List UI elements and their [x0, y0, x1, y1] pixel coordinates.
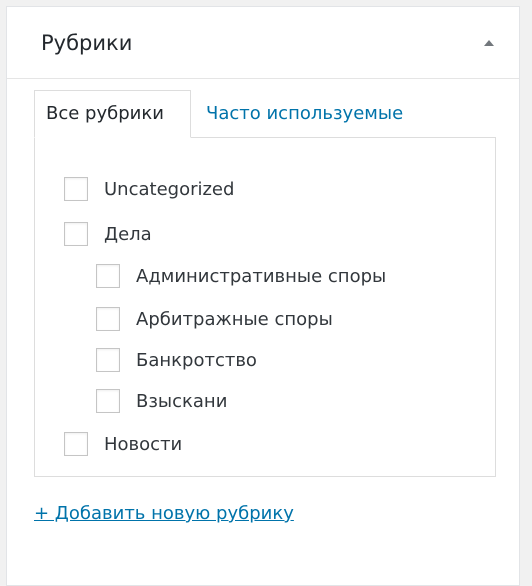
category-item-news[interactable]: Новости	[64, 431, 182, 457]
category-item-uncategorized[interactable]: Uncategorized	[64, 176, 234, 202]
tab-all-categories[interactable]: Все рубрики	[34, 90, 191, 138]
category-item-arbitration-disputes[interactable]: Арбитражные споры	[96, 306, 333, 332]
checkbox[interactable]	[96, 389, 120, 413]
category-label: Арбитражные споры	[136, 308, 333, 330]
checkbox[interactable]	[96, 348, 120, 372]
checkbox[interactable]	[64, 177, 88, 201]
checkbox[interactable]	[64, 222, 88, 246]
tab-most-used[interactable]: Часто используемые	[206, 103, 403, 124]
category-item-debt-collection[interactable]: Взыскани	[96, 388, 227, 414]
collapse-toggle-button[interactable]	[479, 33, 499, 53]
triangle-up-icon	[484, 40, 494, 46]
category-item-bankruptcy[interactable]: Банкротство	[96, 347, 257, 373]
category-label: Банкротство	[136, 349, 257, 371]
category-label: Административные споры	[136, 265, 387, 287]
panel-header: Рубрики	[7, 7, 519, 79]
category-label: Дела	[104, 223, 152, 245]
category-label: Взыскани	[136, 390, 228, 412]
checkbox[interactable]	[64, 432, 88, 456]
checkbox[interactable]	[96, 307, 120, 331]
category-label: Новости	[104, 433, 183, 455]
add-new-category-link[interactable]: + Добавить новую рубрику	[34, 503, 294, 524]
category-checklist[interactable]: Uncategorized Дела Административные спор…	[34, 137, 496, 477]
checkbox[interactable]	[96, 264, 120, 288]
category-item-administrative-disputes[interactable]: Административные споры	[96, 263, 386, 289]
panel-title: Рубрики	[41, 31, 133, 55]
category-label: Uncategorized	[104, 178, 235, 200]
category-item-dela[interactable]: Дела	[64, 221, 152, 247]
